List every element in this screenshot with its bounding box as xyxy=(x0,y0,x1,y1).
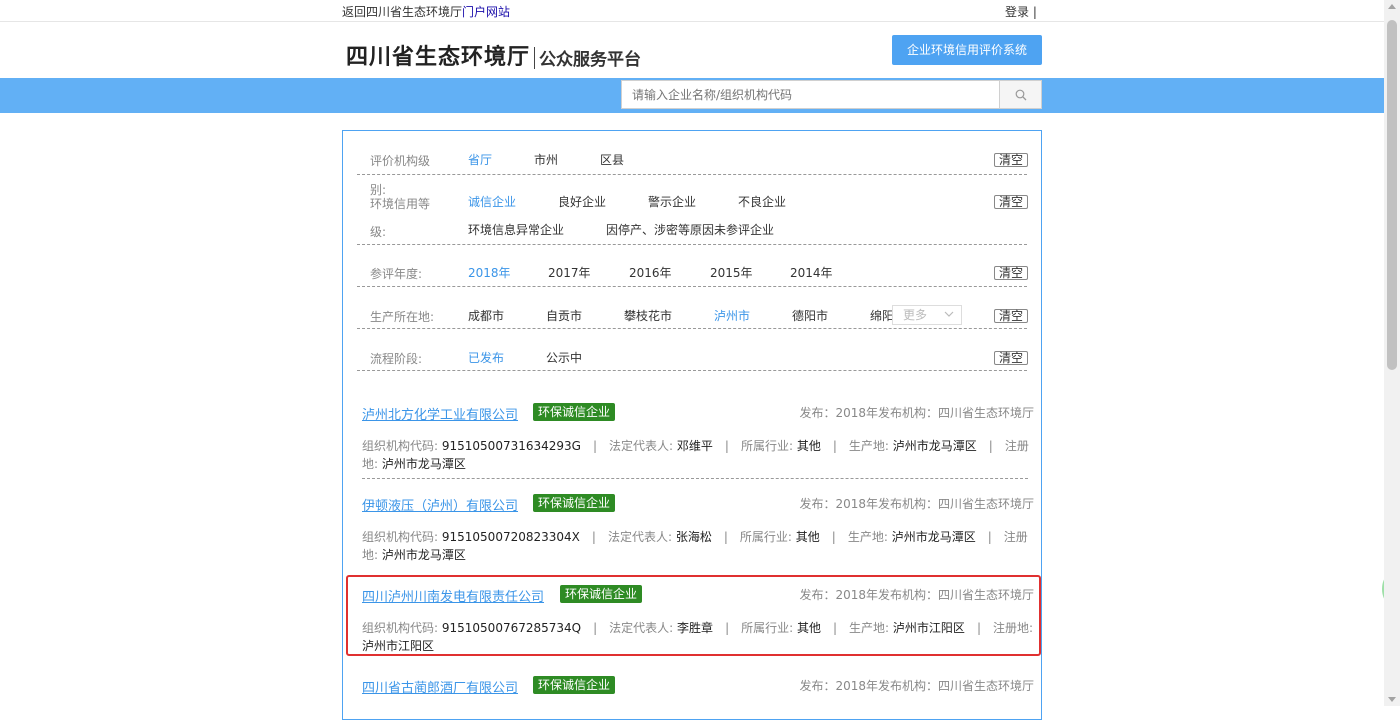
back-link[interactable]: 返回四川省生态环境厅 xyxy=(342,5,462,19)
site-logo[interactable]: 四川省生态环境厅 公众服务平台 xyxy=(346,39,641,71)
filter-option[interactable]: 2014年 xyxy=(790,264,833,281)
company-name-link[interactable]: 四川省古蔺郎酒厂有限公司 xyxy=(362,677,518,696)
search-button[interactable] xyxy=(999,81,1041,108)
status-badge: 环保诚信企业 xyxy=(533,676,616,694)
filter-option[interactable]: 因停产、涉密等原因未参评企业 xyxy=(606,221,774,238)
filter-label: 级: xyxy=(370,225,387,239)
filter-option[interactable]: 公示中 xyxy=(546,349,582,366)
status-badge: 环保诚信企业 xyxy=(533,494,616,512)
chevron-down-icon xyxy=(944,311,954,317)
portal-link[interactable]: 门户网站 xyxy=(462,5,510,19)
clear-button[interactable]: 清空 xyxy=(994,351,1028,365)
result-item: 泸州北方化学工业有限公司 环保诚信企业 发布：2018年发布机构：四川省生态环境… xyxy=(343,401,1041,481)
filter-label: 参评年度: xyxy=(370,267,423,281)
top-bar: 返回四川省生态环境厅门户网站 登录 | xyxy=(0,0,1384,22)
logo-divider xyxy=(534,47,536,69)
highlight-box xyxy=(346,575,1041,656)
clear-button[interactable]: 清空 xyxy=(994,153,1028,167)
search-box xyxy=(621,80,1042,109)
filter-credit-grade: 别: 环境信用等 级: 诚信企业 良好企业 警示企业 不良企业 环境信息异常企业… xyxy=(357,175,1028,245)
filter-option[interactable]: 诚信企业 xyxy=(468,193,516,210)
clear-button[interactable]: 清空 xyxy=(994,309,1028,323)
company-name-link[interactable]: 泸州北方化学工业有限公司 xyxy=(362,404,518,423)
filter-option[interactable]: 2018年 xyxy=(468,264,511,281)
filter-label: 生产所在地: xyxy=(370,310,435,324)
scroll-down-arrow[interactable] xyxy=(1388,697,1396,702)
publish-info: 发布：2018年发布机构：四川省生态环境厅 xyxy=(799,497,1034,511)
filter-option[interactable]: 警示企业 xyxy=(648,193,696,210)
publish-info: 发布：2018年发布机构：四川省生态环境厅 xyxy=(799,406,1034,420)
login-link[interactable]: 登录 | xyxy=(1005,3,1037,20)
filter-option[interactable]: 不良企业 xyxy=(738,193,786,210)
filter-option[interactable]: 2016年 xyxy=(629,264,672,281)
filter-label: 流程阶段: xyxy=(370,352,423,366)
filter-option[interactable]: 绵阳 xyxy=(870,307,894,324)
divider xyxy=(362,478,1028,479)
result-item: 四川省古蔺郎酒厂有限公司 环保诚信企业 发布：2018年发布机构：四川省生态环境… xyxy=(343,674,1041,714)
filter-option[interactable]: 已发布 xyxy=(468,349,504,366)
filter-year: 参评年度: 2018年 2017年 2016年 2015年 2014年 清空 xyxy=(357,245,1028,287)
filter-label: 环境信用等 xyxy=(370,197,431,211)
company-info: 组织机构代码: 91510500720823304X | 法定代表人: 张海松 | 所属… xyxy=(362,530,1028,562)
filter-option[interactable]: 2017年 xyxy=(548,264,591,281)
filter-option[interactable]: 成都市 xyxy=(468,307,504,324)
site-title: 四川省生态环境厅 xyxy=(346,45,531,70)
clear-button[interactable]: 清空 xyxy=(994,266,1028,280)
filter-option[interactable]: 良好企业 xyxy=(558,193,606,210)
filter-option[interactable]: 德阳市 xyxy=(792,307,828,324)
filter-option[interactable]: 自贡市 xyxy=(546,307,582,324)
site-subtitle: 公众服务平台 xyxy=(539,50,642,70)
publish-info: 发布：2018年发布机构：四川省生态环境厅 xyxy=(799,679,1034,693)
scroll-thumb[interactable] xyxy=(1387,20,1397,370)
filter-label: 评价机构级 xyxy=(370,154,431,168)
filter-option[interactable]: 市州 xyxy=(534,151,558,168)
filter-option[interactable]: 区县 xyxy=(600,151,624,168)
search-icon xyxy=(1015,89,1027,101)
filter-location: 生产所在地: 成都市 自贡市 攀枝花市 泸州市 德阳市 绵阳 更多 清空 xyxy=(357,287,1028,329)
filter-option[interactable]: 泸州市 xyxy=(714,307,750,324)
clear-button[interactable]: 清空 xyxy=(994,195,1028,209)
company-info: 组织机构代码: 91510500731634293G | 法定代表人: 邓维平 | 所属… xyxy=(362,439,1029,471)
more-label: 更多 xyxy=(903,308,928,322)
header: 四川省生态环境厅 公众服务平台 企业环境信用评价系统 xyxy=(0,22,1384,78)
result-item: 伊顿液压（泸州）有限公司 环保诚信企业 发布：2018年发布机构：四川省生态环境… xyxy=(343,492,1041,572)
filter-option[interactable]: 2015年 xyxy=(710,264,753,281)
search-bar xyxy=(0,78,1384,113)
credit-system-button[interactable]: 企业环境信用评价系统 xyxy=(892,35,1042,65)
filter-org-level: 评价机构级 省厅 市州 区县 清空 xyxy=(357,141,1028,175)
company-name-link[interactable]: 伊顿液压（泸州）有限公司 xyxy=(362,495,518,514)
status-badge: 环保诚信企业 xyxy=(533,403,616,421)
scroll-up-arrow[interactable] xyxy=(1388,4,1396,9)
more-dropdown[interactable]: 更多 xyxy=(892,305,962,325)
filter-option[interactable]: 环境信息异常企业 xyxy=(468,221,564,238)
filter-option[interactable]: 省厅 xyxy=(468,151,492,168)
search-input[interactable] xyxy=(622,81,1000,108)
page-scrollbar[interactable] xyxy=(1384,0,1400,706)
filter-option[interactable]: 攀枝花市 xyxy=(624,307,672,324)
filter-stage: 流程阶段: 已发布 公示中 清空 xyxy=(357,329,1028,371)
top-links: 返回四川省生态环境厅门户网站 xyxy=(342,3,510,20)
